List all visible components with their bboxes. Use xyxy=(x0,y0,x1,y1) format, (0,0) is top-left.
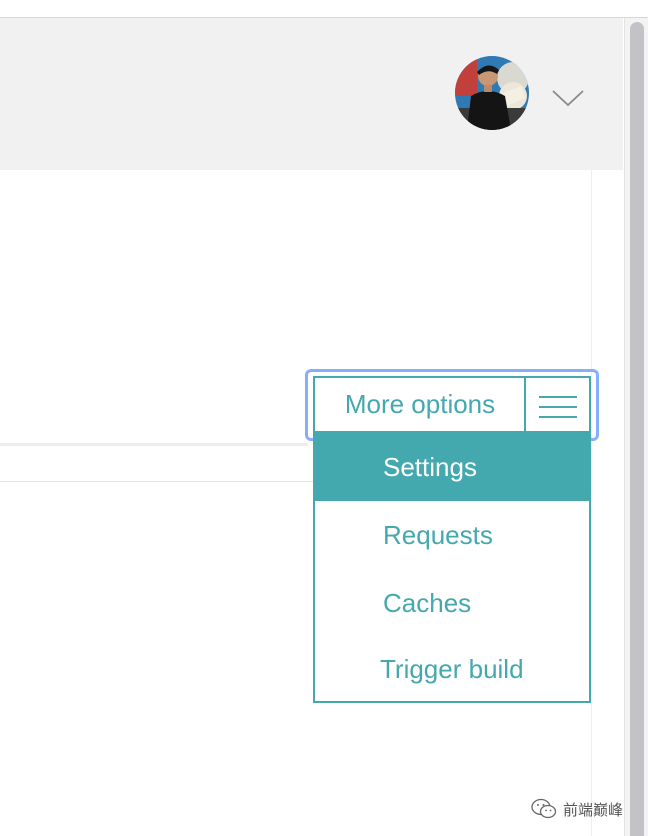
content-divider-vertical xyxy=(591,170,592,836)
header-bar xyxy=(0,18,623,170)
menu-item-settings[interactable]: Settings xyxy=(315,433,589,501)
more-options-button[interactable]: More options xyxy=(313,376,525,433)
menu-item-label: Caches xyxy=(383,588,472,618)
content-divider xyxy=(0,481,313,482)
menu-item-caches[interactable]: Caches xyxy=(315,569,589,637)
menu-item-label: Requests xyxy=(383,520,493,550)
scrollbar-thumb[interactable] xyxy=(630,22,644,836)
menu-item-label: Settings xyxy=(383,452,477,482)
menu-item-label: Trigger build xyxy=(380,654,524,684)
menu-item-trigger-build[interactable]: Trigger build xyxy=(315,635,589,703)
menu-toggle-button[interactable] xyxy=(524,376,591,433)
dropdown-menu: Settings Requests Caches Trigger build xyxy=(313,433,591,703)
wechat-icon xyxy=(531,798,557,819)
chevron-down-icon[interactable] xyxy=(551,88,585,108)
watermark-text: 前端巅峰 xyxy=(563,801,624,819)
watermark: 前端巅峰 xyxy=(531,797,623,821)
avatar[interactable] xyxy=(455,56,529,130)
hamburger-menu-icon xyxy=(539,396,577,418)
content-divider xyxy=(0,443,308,446)
menu-item-requests[interactable]: Requests xyxy=(315,501,589,569)
more-options-label: More options xyxy=(344,389,496,419)
